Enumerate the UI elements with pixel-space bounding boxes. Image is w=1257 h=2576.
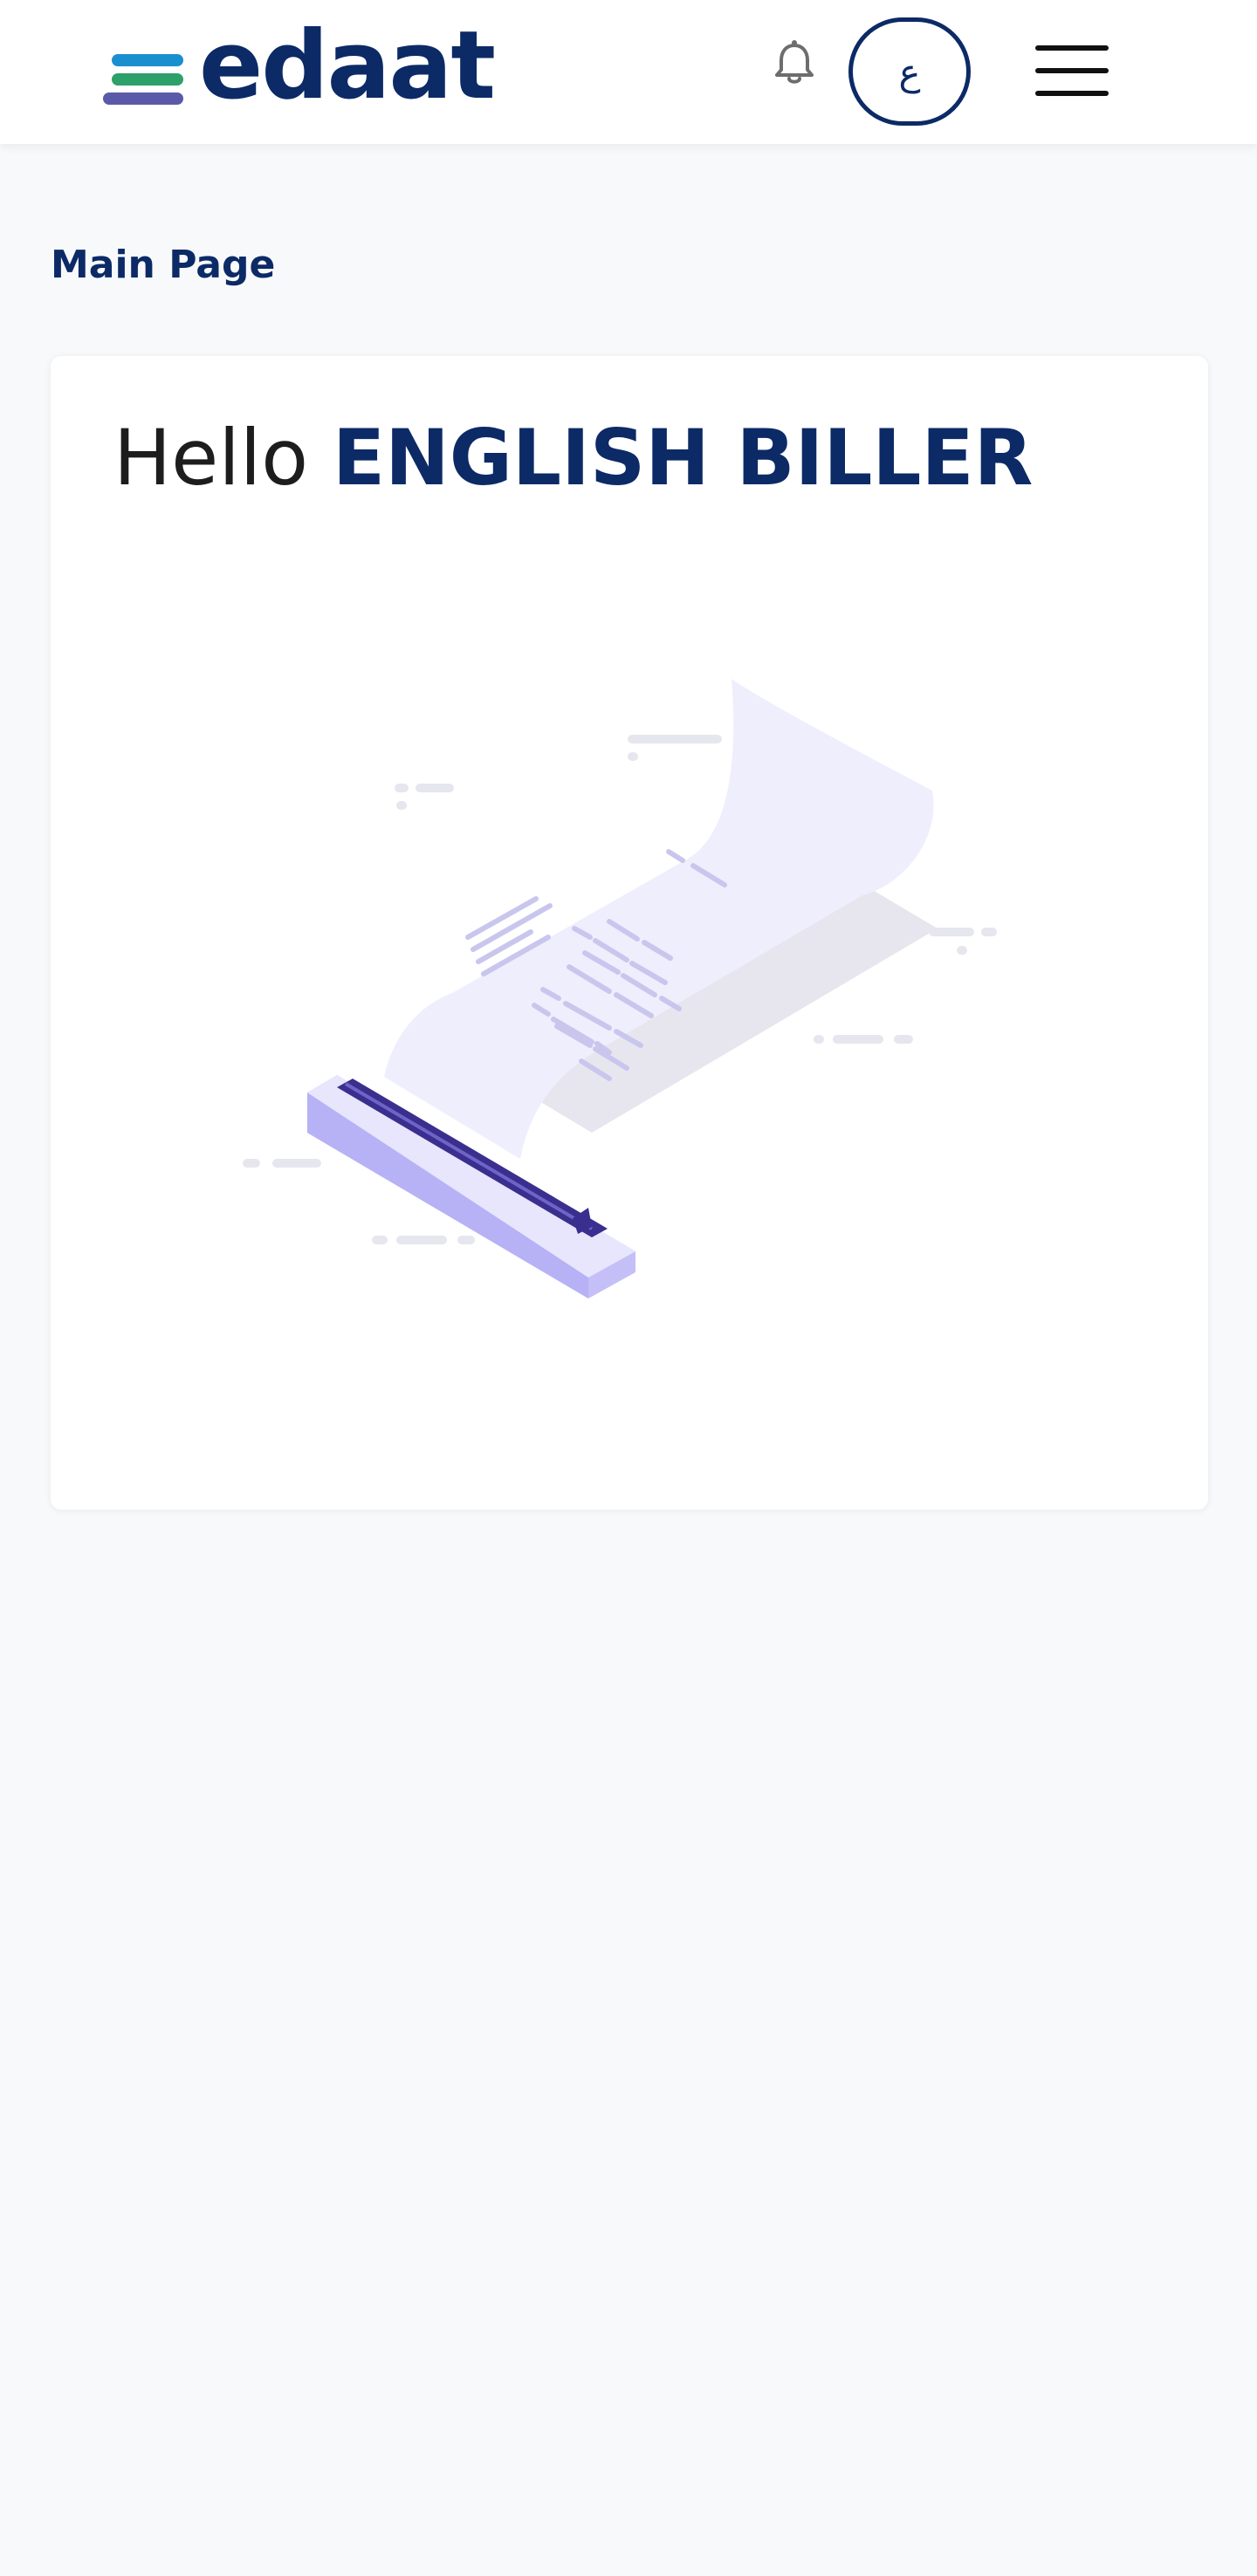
bell-icon[interactable] [766, 35, 822, 91]
menu-line [1035, 68, 1109, 73]
edaat-logo[interactable]: edaat ® [101, 19, 496, 117]
logo-bar-blue [112, 54, 183, 66]
logo-bar-purple [103, 92, 183, 105]
menu-line [1035, 91, 1109, 96]
logo-registered-mark: ® [465, 46, 477, 60]
greeting-prefix: Hello [113, 413, 309, 503]
welcome-card: Hello ENGLISH BILLER [51, 356, 1208, 1510]
language-toggle-button[interactable]: ع [848, 17, 971, 126]
receipt-printer-illustration [243, 679, 997, 1298]
user-name: ENGLISH BILLER [333, 413, 1034, 503]
logo-bar-green [112, 73, 183, 86]
top-app-bar: edaat ® ع [0, 0, 1257, 144]
logo-wordmark: edaat [199, 11, 496, 120]
hamburger-menu-icon[interactable] [1030, 42, 1110, 103]
logo-mark-icon [101, 54, 189, 117]
breadcrumb-main-page[interactable]: Main Page [51, 243, 275, 287]
menu-line [1035, 45, 1109, 51]
greeting-heading: Hello ENGLISH BILLER [113, 412, 1033, 504]
